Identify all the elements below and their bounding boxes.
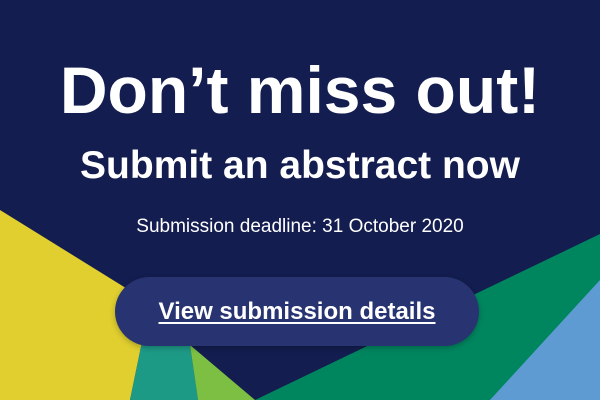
submission-deadline: Submission deadline: 31 October 2020	[136, 216, 464, 237]
promo-banner: Don’t miss out! Submit an abstract now S…	[0, 0, 600, 400]
view-submission-details-button[interactable]: View submission details	[115, 277, 479, 346]
view-submission-details-label: View submission details	[158, 297, 436, 325]
lime-shape	[190, 345, 255, 400]
headline: Don’t miss out!	[59, 53, 541, 127]
subheadline: Submit an abstract now	[80, 144, 520, 187]
